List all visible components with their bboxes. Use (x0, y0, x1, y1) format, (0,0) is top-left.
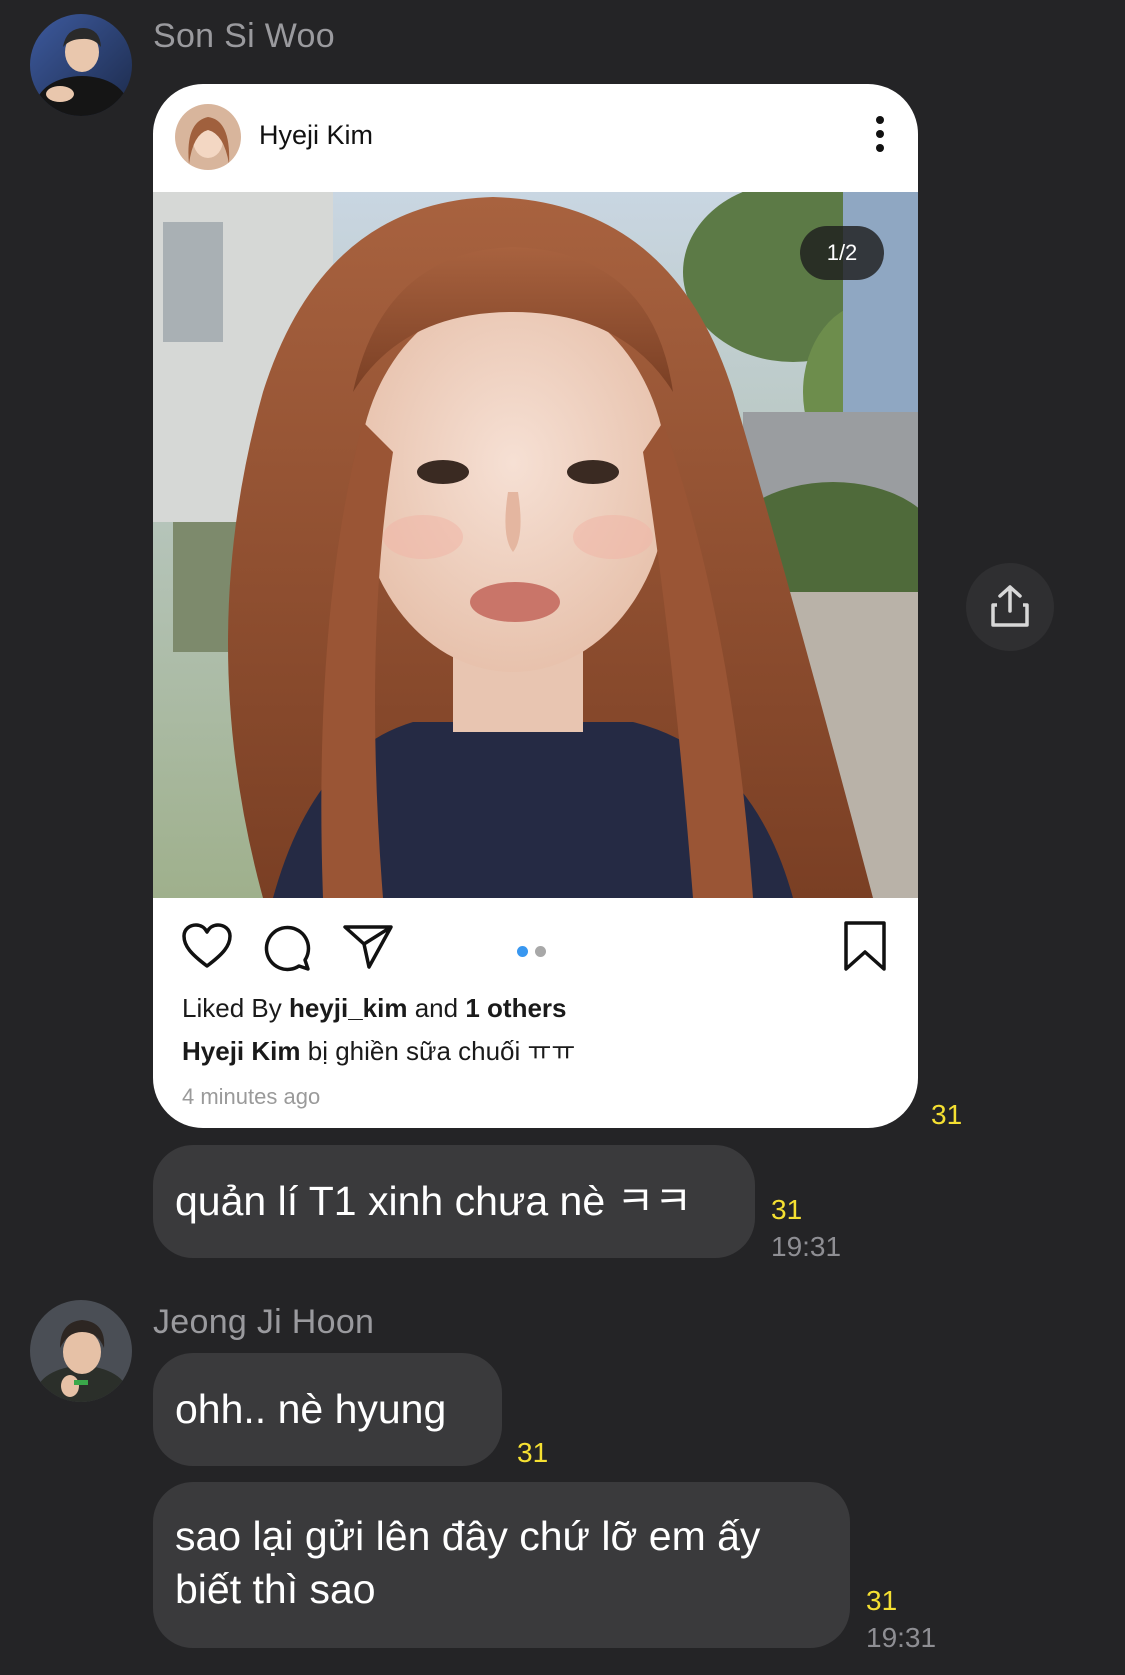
message-time: 19:31 (866, 1622, 937, 1653)
unread-count: 31 (866, 1585, 898, 1616)
unread-count: 31 (771, 1194, 803, 1225)
message-bubble[interactable]: quản lí T1 xinh chưa nè ㅋㅋ (153, 1145, 755, 1258)
heart-icon[interactable] (181, 922, 233, 970)
message-text: quản lí T1 xinh chưa nè ㅋㅋ (175, 1178, 692, 1224)
unread-count: 31 (517, 1437, 549, 1468)
unread-count: 31 (931, 1099, 963, 1130)
share-button[interactable] (966, 563, 1054, 651)
message-text-line: sao lại gửi lên đây chứ lỡ em ấy (175, 1513, 761, 1559)
send-icon[interactable] (342, 922, 394, 970)
ig-dot-active (517, 946, 528, 957)
ig-likes-user[interactable]: heyji_kim (289, 993, 408, 1023)
share-icon (991, 585, 1029, 627)
ig-likes-prefix: Liked By (182, 993, 282, 1023)
sender-name-son-si-woo: Son Si Woo (153, 17, 335, 55)
bookmark-icon[interactable] (843, 920, 887, 972)
avatar-jeong-ji-hoon[interactable] (30, 1300, 132, 1402)
sender-name-jeong-ji-hoon: Jeong Ji Hoon (153, 1303, 375, 1341)
message-text-line: biết thì sao (175, 1566, 376, 1612)
ig-photo-counter: 1/2 (800, 226, 884, 280)
instagram-post-card[interactable]: Hyeji Kim 1/2 Liked By heyji_kim and 1 o… (153, 84, 918, 1128)
ig-likes-others[interactable]: 1 others (465, 993, 566, 1023)
message-bubble[interactable]: sao lại gửi lên đây chứ lỡ em ấy biết th… (153, 1482, 850, 1648)
message-time: 19:31 (771, 1231, 842, 1262)
more-vertical-icon[interactable] (874, 114, 886, 154)
ig-caption-line: Hyeji Kim bị ghiền sữa chuối ㅠㅠ (182, 1031, 575, 1068)
message-bubble[interactable]: ohh.. nè hyung (153, 1353, 502, 1466)
ig-likes-line: Liked By heyji_kim and 1 others (182, 993, 567, 1024)
ig-post-time: 4 minutes ago (182, 1084, 321, 1109)
ig-dot-inactive (535, 946, 546, 957)
ig-likes-and: and (414, 993, 459, 1023)
comment-icon[interactable] (261, 922, 311, 972)
ig-carousel-dots (517, 944, 553, 962)
ig-caption-text: bị ghiền sữa chuối ㅠㅠ (307, 1036, 576, 1066)
message-text: ohh.. nè hyung (175, 1386, 447, 1432)
ig-author-avatar[interactable] (175, 104, 241, 170)
avatar-son-si-woo[interactable] (30, 14, 132, 116)
ig-caption-user[interactable]: Hyeji Kim (182, 1036, 301, 1066)
ig-author-username[interactable]: Hyeji Kim (259, 120, 373, 151)
ig-post-photo[interactable] (153, 192, 918, 898)
